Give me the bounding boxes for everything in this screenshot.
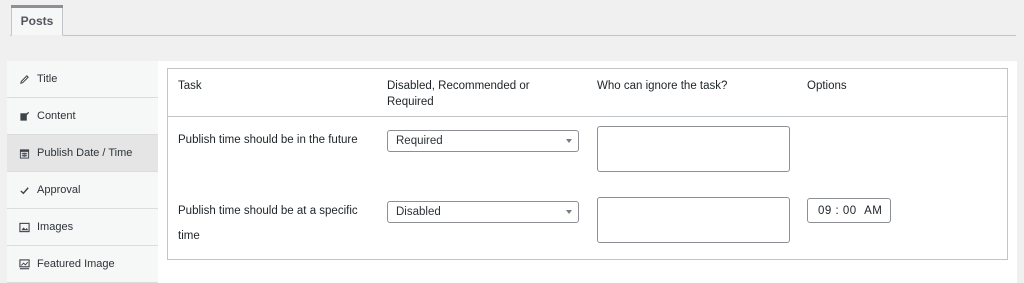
task-table: Task Disabled, Recommended or Required W… [167,68,1008,260]
time-minute[interactable]: 00 [843,205,857,217]
settings-sidebar: Title Content Publish Date / Time Approv… [7,61,158,283]
status-select-value: Disabled [396,206,441,218]
status-select-value: Required [396,135,443,147]
chevron-down-icon [566,210,572,214]
column-header-status: Disabled, Recommended or Required [387,80,530,108]
pencil-icon [18,73,30,85]
featured-image-icon [18,258,30,270]
time-input[interactable]: 09 : 00 AM [807,198,891,223]
tab-bar: Posts [0,0,1024,36]
sidebar-item-images[interactable]: Images [7,209,158,246]
time-separator: : [831,204,843,217]
sidebar-item-label: Approval [37,184,81,196]
status-select[interactable]: Required [387,130,579,152]
sidebar-item-publish-date-time[interactable]: Publish Date / Time [7,135,158,172]
who-can-ignore-input[interactable] [597,197,790,243]
sidebar-item-content[interactable]: Content [7,98,158,135]
sidebar-item-approval[interactable]: Approval [7,172,158,209]
sidebar-item-label: Featured Image [37,258,115,270]
sidebar-item-label: Title [37,73,58,85]
sidebar-item-label: Publish Date / Time [37,147,133,159]
column-header-who: Who can ignore the task? [597,80,728,92]
edit-page-icon [18,110,30,122]
checkmark-icon [18,184,30,196]
image-icon [18,221,30,233]
time-period[interactable]: AM [864,205,882,217]
settings-panel: Task Disabled, Recommended or Required W… [158,61,1017,283]
chevron-down-icon [566,139,572,143]
sidebar-item-title[interactable]: Title [7,61,158,98]
sidebar-item-label: Images [37,221,74,233]
sidebar-item-featured-image[interactable]: Featured Image [7,246,158,283]
status-select[interactable]: Disabled [387,201,579,223]
sidebar-item-label: Content [37,110,76,122]
column-header-options: Options [807,80,847,92]
tab-posts[interactable]: Posts [11,5,63,36]
task-label: Publish time should be in the future [178,134,358,146]
task-label: Publish time should be at a specific tim… [178,205,358,242]
column-header-task: Task [178,80,202,92]
header-divider [168,116,1007,117]
calendar-icon [18,147,30,159]
who-can-ignore-input[interactable] [597,126,790,172]
time-hour[interactable]: 09 [818,205,832,217]
tab-divider [10,35,1016,36]
